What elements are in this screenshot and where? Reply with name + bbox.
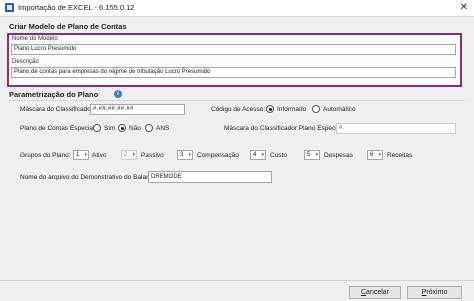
chevron-down-icon: ▾ — [84, 152, 87, 158]
arquivo-field[interactable]: DREMODE — [148, 171, 272, 183]
grupo-compensacao-spinner[interactable]: 3 ▾ — [177, 150, 193, 160]
parametrizacao-heading: Parametrização do Plano — [9, 90, 99, 99]
grupo-passivo-label: Passivo — [141, 152, 164, 159]
descricao-field[interactable]: Plano de contas para empresas do regime … — [11, 67, 456, 78]
chevron-down-icon: ▾ — [378, 152, 381, 158]
chevron-down-icon: ▾ — [315, 152, 318, 158]
grupo-passivo-spinner[interactable]: 2 ▾ — [121, 150, 137, 160]
especial-ans-label: ANS — [156, 125, 170, 132]
grupo-receitas-spinner[interactable]: 6 ▾ — [367, 150, 383, 160]
grupo-despesas-spinner[interactable]: 5 ▾ — [304, 150, 320, 160]
grupo-compensacao-label: Compensação — [197, 152, 239, 159]
chevron-down-icon: ▾ — [188, 152, 191, 158]
grupo-receitas-label: Receitas — [387, 152, 413, 159]
cancel-button[interactable]: Cancelar — [349, 286, 401, 299]
especial-sim-radio[interactable] — [93, 124, 101, 132]
codigo-automatico-radio[interactable] — [312, 105, 320, 113]
mascara-especial-field[interactable]: #. — [336, 123, 456, 134]
arquivo-label: Nome do arquivo do Demonstrativo do Bala… — [20, 174, 159, 181]
chevron-down-icon: ▾ — [132, 152, 135, 158]
footer-separator — [0, 280, 474, 281]
title-bar: Importação de EXCEL - 6.155.0.12 ✕ — [0, 0, 474, 17]
especial-nao-radio[interactable] — [118, 124, 126, 132]
next-button[interactable]: Próximo — [407, 286, 462, 299]
chevron-down-icon: ▾ — [261, 152, 264, 158]
descricao-label: Descrição — [12, 59, 39, 65]
info-icon[interactable]: i — [114, 90, 122, 98]
codigo-automatico-label: Automático — [323, 106, 356, 113]
modelo-heading: Criar Modelo de Plano de Contas — [9, 22, 127, 31]
app-icon — [5, 3, 14, 12]
mascara-label: Máscara do Classificador: — [20, 106, 95, 113]
especial-sim-label: Sim — [104, 125, 116, 132]
close-icon[interactable]: ✕ — [460, 2, 468, 13]
grupo-despesas-label: Despesas — [324, 152, 353, 159]
nome-modelo-label: Nome do Modelo — [12, 36, 58, 42]
window-title: Importação de EXCEL - 6.155.0.12 — [18, 3, 135, 12]
nome-modelo-field[interactable]: Plano Lucro Presumido — [11, 44, 456, 55]
especial-nao-label: Não — [129, 125, 141, 132]
grupos-label: Grupos do Plano: — [20, 152, 71, 159]
plano-especial-label: Plano de Contas Especial: — [20, 125, 97, 132]
modelo-panel: Nome do Modelo Plano Lucro Presumido Des… — [7, 33, 462, 87]
grupo-custo-label: Custo — [270, 152, 287, 159]
mascara-especial-label: Máscara do Classificador Plano Especial: — [224, 125, 344, 132]
especial-ans-radio[interactable] — [145, 124, 153, 132]
grupo-ativo-spinner[interactable]: 1 ▾ — [73, 150, 89, 160]
grupo-ativo-label: Ativo — [92, 152, 107, 159]
codigo-informado-label: Informado — [277, 106, 307, 113]
mascara-field[interactable]: #.##.##.##.## — [90, 104, 185, 115]
section-separator — [9, 100, 465, 101]
grupo-custo-spinner[interactable]: 4 ▾ — [250, 150, 266, 160]
codigo-acesso-label: Código de Acesso: — [211, 106, 266, 113]
codigo-informado-radio[interactable] — [266, 105, 274, 113]
